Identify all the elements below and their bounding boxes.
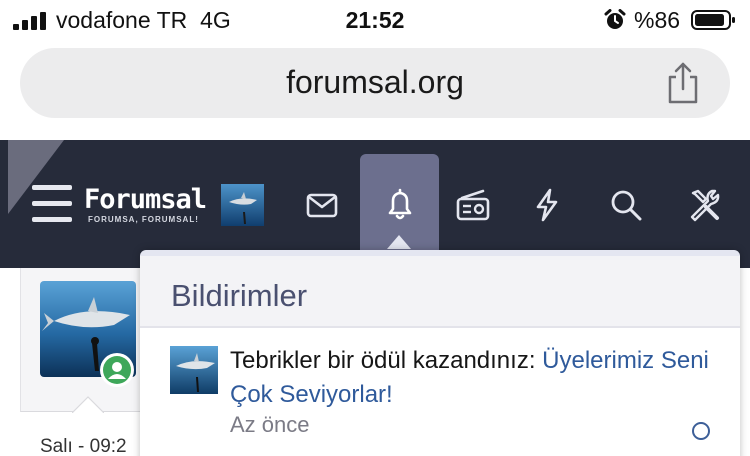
tools-icon[interactable]: [684, 185, 724, 225]
post-caret-decoration: [72, 396, 104, 413]
notification-avatar[interactable]: [170, 346, 218, 394]
radio-icon[interactable]: [453, 185, 493, 225]
status-bar: vodafone TR 4G 21:52 %86: [0, 0, 750, 40]
share-icon[interactable]: [665, 62, 701, 104]
mark-read-toggle[interactable]: [692, 422, 710, 440]
bolt-icon[interactable]: [527, 185, 567, 225]
notification-time: Az önce: [230, 412, 310, 437]
menu-icon[interactable]: [32, 185, 72, 223]
url-text[interactable]: forumsal.org: [20, 64, 730, 101]
notification-message: Tebrikler bir ödül kazandınız: Üyelerimi…: [230, 344, 710, 412]
battery-percent: %86: [634, 7, 681, 33]
popup-header: Bildirimler: [140, 256, 740, 328]
site-tagline: FORUMSA, FORUMSAL!: [88, 215, 199, 224]
bell-icon[interactable]: [380, 185, 420, 225]
site-logo[interactable]: Forumsal: [84, 184, 207, 215]
online-status-icon: [100, 353, 134, 387]
envelope-icon[interactable]: [302, 185, 342, 225]
notification-item[interactable]: Tebrikler bir ödül kazandınız: Üyelerimi…: [140, 328, 740, 456]
notifications-popup: Bildirimler Tebrikler bir ödül kazandını…: [140, 250, 740, 456]
address-bar[interactable]: forumsal.org: [20, 48, 730, 118]
alarm-clock-icon: [604, 9, 626, 29]
search-icon[interactable]: [606, 185, 646, 225]
post-date: Salı - 09:2: [40, 436, 127, 456]
popup-title: Bildirimler: [171, 278, 308, 313]
notification-text: Tebrikler bir ödül kazandınız:: [230, 347, 543, 374]
battery-icon: [691, 10, 735, 30]
user-avatar[interactable]: [221, 184, 264, 226]
